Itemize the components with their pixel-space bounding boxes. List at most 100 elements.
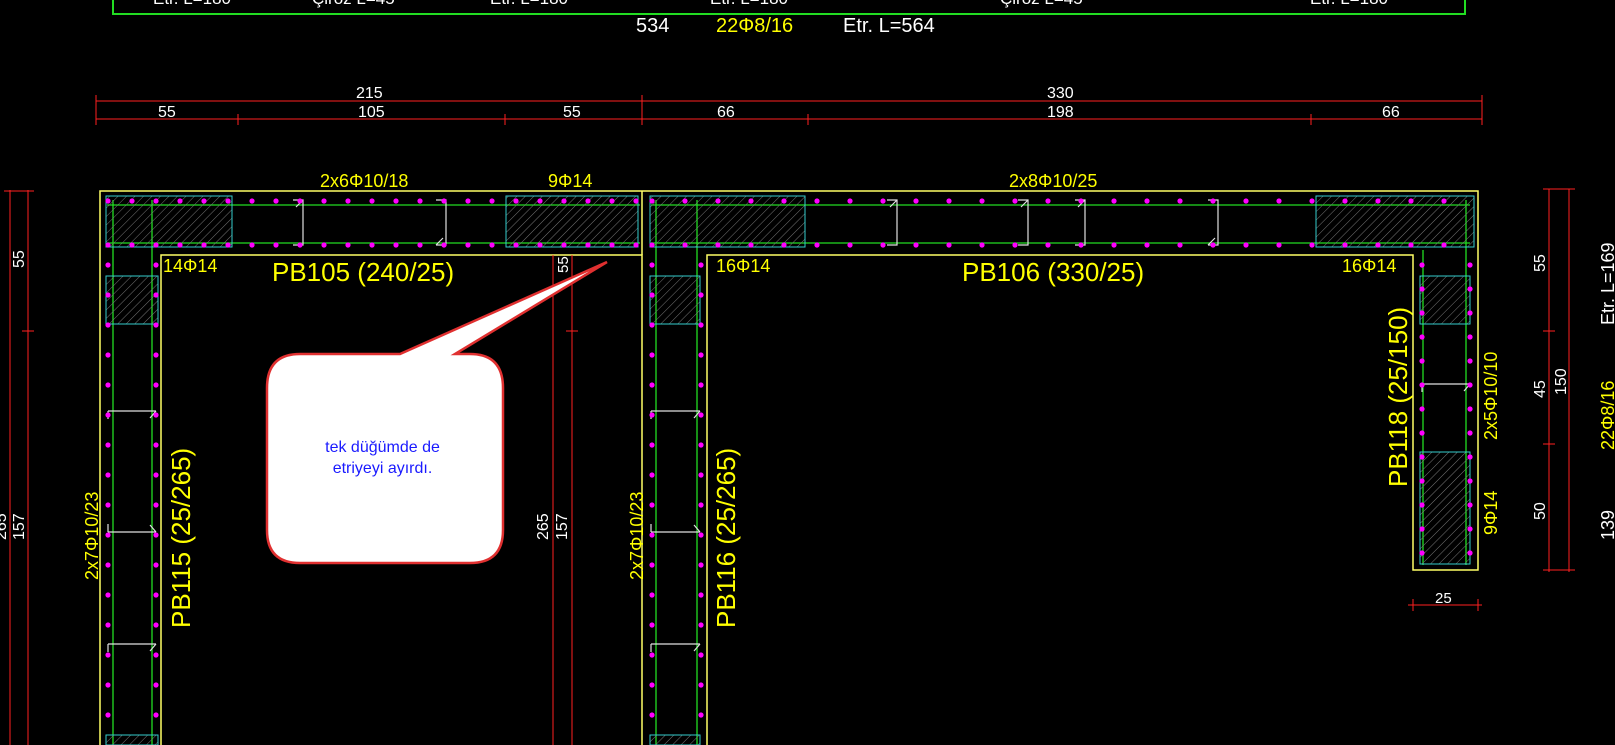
bar-dot [345, 242, 351, 248]
bar-dot [1276, 198, 1282, 204]
bar-dot [321, 198, 327, 204]
bar-dot [1467, 286, 1473, 292]
pb118-end: 9Φ14 [1481, 491, 1501, 535]
pb105-end-right: 9Φ14 [548, 171, 592, 191]
bar-dot [1467, 262, 1473, 268]
bar-dot [1467, 310, 1473, 316]
bar-dot [649, 472, 655, 478]
bar-dot [489, 198, 495, 204]
bar-dot [393, 242, 399, 248]
bar-dot [698, 652, 704, 658]
pb118-stirrups: 2x5Φ10/10 [1481, 352, 1501, 440]
pb118-label: PB118 (25/150) [1383, 307, 1413, 487]
cut-label: Çiroz L=45 [312, 0, 395, 8]
bar-dot [1419, 526, 1425, 532]
bar-dot [105, 502, 111, 508]
bar-dot [249, 242, 255, 248]
bar-dot [153, 592, 159, 598]
bar-dot [715, 242, 721, 248]
bar-dot [748, 242, 754, 248]
bar-dot [814, 242, 820, 248]
bar-dot [698, 322, 704, 328]
bar-dot [649, 562, 655, 568]
bar-dot [633, 198, 639, 204]
bar-dot [153, 382, 159, 388]
bar-dot [105, 292, 111, 298]
bar-dot [513, 242, 519, 248]
bar-dot [1111, 242, 1117, 248]
bar-dot [153, 562, 159, 568]
bar-dot [105, 412, 111, 418]
bar-dot [1111, 198, 1117, 204]
pb105-stirrups: 2x6Φ10/18 [320, 171, 408, 191]
bar-dot [649, 242, 655, 248]
top-dimension-labels: 215 330 55 105 55 66 198 66 [158, 85, 1400, 121]
bar-dot [105, 382, 111, 388]
right-strip-stirrup: Etr. L=169 [1598, 242, 1615, 325]
bar-dot [847, 242, 853, 248]
bar-dot [698, 472, 704, 478]
bar-dot [979, 242, 985, 248]
strip-rebar: 22Φ8/16 [716, 15, 793, 37]
bar-dot [153, 352, 159, 358]
pb106-end-left: 16Φ14 [716, 256, 770, 276]
bar-dot [153, 682, 159, 688]
bar-dot [682, 198, 688, 204]
bar-dot [814, 198, 820, 204]
left-dim-lower: 157 [11, 513, 28, 540]
pb115-label: PB115 (25/265) [166, 448, 196, 628]
bar-dot [649, 198, 655, 204]
bar-dot [748, 198, 754, 204]
bar-dot [1342, 198, 1348, 204]
bar-dot [1375, 242, 1381, 248]
left-dim-top: 55 [11, 250, 28, 268]
bar-dot [105, 682, 111, 688]
bar-dot [649, 502, 655, 508]
bar-dot [1078, 198, 1084, 204]
cut-label: Etr. L=180 [1310, 0, 1388, 8]
bar-dot [177, 242, 183, 248]
right-dim-mid: 45 [1532, 380, 1549, 398]
pb116-label: PB116 (25/265) [711, 448, 741, 628]
bar-dot [153, 712, 159, 718]
bar-dot [1177, 242, 1183, 248]
bar-dot [1408, 242, 1414, 248]
pb105-end-left: 14Φ14 [163, 256, 217, 276]
dim-segment: 66 [717, 104, 735, 121]
bar-dot [781, 242, 787, 248]
dim-segment: 55 [158, 104, 176, 121]
left-dim-total: 265 [0, 513, 10, 540]
bar-dot [153, 622, 159, 628]
bar-dot [1408, 198, 1414, 204]
pb105-label: PB105 (240/25) [272, 257, 454, 287]
bar-dot [1441, 242, 1447, 248]
bar-dot [781, 198, 787, 204]
bar-dot [153, 242, 159, 248]
bar-dot [649, 592, 655, 598]
bar-dot [698, 382, 704, 388]
bar-dot [698, 502, 704, 508]
bar-dot [105, 242, 111, 248]
bar-dot [1419, 454, 1425, 460]
bar-dot [1177, 198, 1183, 204]
bar-dot [698, 292, 704, 298]
bar-dot [1342, 242, 1348, 248]
bar-dot [105, 352, 111, 358]
pb106-stirrups: 2x8Φ10/25 [1009, 171, 1097, 191]
bar-dot [417, 198, 423, 204]
dim-segment: 55 [563, 104, 581, 121]
dim-total-left: 215 [356, 85, 383, 102]
bar-dot [561, 242, 567, 248]
bar-dot [649, 442, 655, 448]
top-dimensions [95, 95, 1483, 125]
bar-dot [153, 472, 159, 478]
bar-dot [105, 322, 111, 328]
bar-dot [297, 242, 303, 248]
bar-dot [105, 562, 111, 568]
top-strip: Etr. L=180 Çiroz L=45 Etr. L=180 Etr. L=… [112, 0, 1466, 37]
bar-dot [946, 198, 952, 204]
bar-dot [1078, 242, 1084, 248]
strip-stirrup: Etr. L=564 [843, 15, 935, 37]
bar-dot [177, 198, 183, 204]
bar-dot [698, 682, 704, 688]
